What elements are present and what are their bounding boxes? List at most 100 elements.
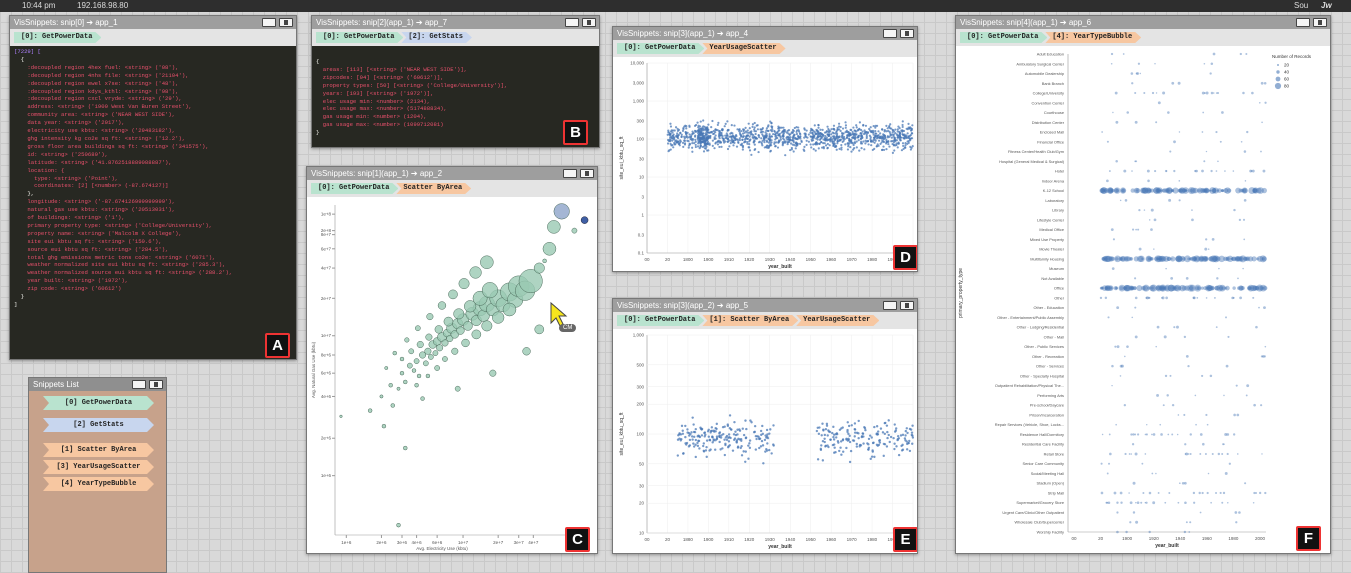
yeartype-bubble-chart[interactable]: Adult Education Ambulatory Surgical Cente… (956, 46, 1330, 553)
window-e[interactable]: VisSnippets: snip[3](app_2) ➔ app_5 [0]:… (612, 298, 918, 554)
data-point (1201, 374, 1204, 378)
window-b[interactable]: VisSnippets: snip[2](app_1) ➔ app_7 [0]:… (311, 15, 600, 148)
maximize-button[interactable] (565, 18, 579, 27)
data-point (1199, 511, 1202, 514)
data-point (709, 448, 712, 451)
data-point (838, 128, 841, 131)
data-point (859, 132, 862, 135)
y-tick-label: 50 (639, 461, 645, 466)
x-tick-label: 1910 (724, 537, 735, 542)
pin-button[interactable] (900, 29, 914, 38)
scatter-chart-area[interactable]: 10,000 3,000 1,000 300 100 30 10 3 1 0.3 0.1 00 20 18… (613, 57, 917, 271)
window-c[interactable]: VisSnippets: snip[1](app_1) ➔ app_2 [0]:… (306, 166, 598, 554)
snippet-item-getstats[interactable]: [2] GetStats (43, 418, 154, 432)
data-point (1130, 453, 1133, 455)
chip-scatter-byarea[interactable]: Scatter ByArea (396, 183, 471, 194)
data-point (696, 441, 699, 445)
data-point (1243, 238, 1246, 241)
chip-yeartypebubble[interactable]: [4]: YearTypeBubble (1045, 32, 1141, 43)
data-point (1196, 297, 1199, 299)
data-point (835, 148, 838, 151)
snippet-item-yearusagescatter[interactable]: [3] YearUsageScatter (43, 460, 154, 474)
data-point (772, 132, 775, 136)
yearusage-scatter-chart[interactable]: 10,000 3,000 1,000 300 100 30 10 3 1 0.3 0.100 20 18… (613, 57, 917, 271)
maximize-button[interactable] (262, 18, 276, 27)
data-point (726, 120, 729, 123)
maximize-button[interactable] (883, 301, 897, 310)
window-d-titlebar[interactable]: VisSnippets: snip[3](app_1) ➔ app_4 (613, 27, 917, 40)
data-point (752, 133, 755, 137)
pin-button[interactable] (582, 18, 596, 27)
data-point (744, 436, 748, 439)
data-point (685, 127, 688, 130)
data-point (820, 140, 823, 144)
snippets-list-panel[interactable]: Snippets List [0] GetPowerData [2] GetSt… (28, 377, 167, 573)
chip-getpowerdata[interactable]: [0]: GetPowerData (316, 32, 403, 43)
data-point (769, 129, 772, 132)
data-point (1252, 296, 1255, 299)
maximize-button[interactable] (132, 380, 146, 389)
window-c-titlebar[interactable]: VisSnippets: snip[1](app_1) ➔ app_2 (307, 167, 597, 180)
window-a[interactable]: VisSnippets: snip[0] ➔ app_1 [0]: GetPow… (9, 15, 297, 360)
data-point (1238, 188, 1243, 193)
maximize-button[interactable] (563, 169, 577, 178)
data-point (769, 428, 772, 431)
data-point (1131, 316, 1134, 319)
pin-button[interactable] (580, 169, 594, 178)
window-f-titlebar[interactable]: VisSnippets: snip[4](app_1) ➔ app_6 (956, 16, 1330, 29)
pin-button[interactable] (900, 301, 914, 310)
data-point (1100, 286, 1104, 290)
pin-button[interactable] (149, 380, 163, 389)
data-point (699, 144, 702, 147)
scatter-byarea-chart[interactable]: 1e+6 2e+6 3e+6 4e+6 6e+6 1e+7 2e+7 3e+7 4e+71e+8… (307, 197, 597, 553)
scatter-chart-area[interactable]: 1,000 500 300 200 100 50 30 20 10 00 20 1880 1900 191… (613, 329, 917, 553)
x-tick-label: 1900 (1122, 536, 1133, 541)
data-point (861, 432, 864, 435)
snippet-item-yeartypebubble[interactable]: [4] YearTypeBubble (43, 477, 154, 491)
chip-scatter-byarea[interactable]: [1]: Scatter ByArea (702, 315, 798, 326)
chip-getpowerdata[interactable]: [0]: GetPowerData (617, 315, 704, 326)
window-e-titlebar[interactable]: VisSnippets: snip[3](app_2) ➔ app_5 (613, 299, 917, 312)
window-f[interactable]: VisSnippets: snip[4](app_1) ➔ app_6 [0]:… (955, 15, 1331, 554)
maximize-button[interactable] (883, 29, 897, 38)
window-d[interactable]: VisSnippets: snip[3](app_1) ➔ app_4 [0]:… (612, 26, 918, 272)
pin-button[interactable] (1313, 18, 1327, 27)
maximize-button[interactable] (1296, 18, 1310, 27)
filtered-yearusage-scatter-chart[interactable]: 1,000 500 300 200 100 50 30 20 1000 20 1880 1900 191… (613, 329, 917, 553)
window-b-titlebar[interactable]: VisSnippets: snip[2](app_1) ➔ app_7 (312, 16, 599, 29)
data-point (1177, 414, 1180, 416)
data-point (821, 146, 824, 149)
data-point (885, 424, 889, 427)
snippet-item-getpowerdata[interactable]: [0] GetPowerData (43, 396, 154, 410)
code-line: } (316, 129, 320, 137)
snippet-item-scatter-byarea[interactable]: [1] Scatter ByArea (43, 443, 154, 457)
chip-getpowerdata[interactable]: [0]: GetPowerData (311, 183, 398, 194)
snippets-list-titlebar[interactable]: Snippets List (29, 378, 166, 391)
data-point (1171, 403, 1175, 407)
chip-getpowerdata[interactable]: [0]: GetPowerData (14, 32, 101, 43)
window-a-titlebar[interactable]: VisSnippets: snip[0] ➔ app_1 (10, 16, 296, 29)
data-point (768, 134, 771, 138)
bubble-chart-area[interactable]: 1e+6 2e+6 3e+6 4e+6 6e+6 1e+7 2e+7 3e+7 4e+7 1e+8… (307, 197, 597, 553)
chip-getpowerdata[interactable]: [0]: GetPowerData (960, 32, 1047, 43)
y-category-label: Other - Specialty Hospital (1020, 373, 1064, 378)
data-point (900, 449, 904, 452)
data-point (803, 145, 806, 148)
data-point (1244, 180, 1247, 182)
data-point (711, 144, 714, 147)
bubble-chart-area[interactable]: Adult Education Ambulatory Surgical Cente… (956, 46, 1330, 553)
chip-yearusagescatter[interactable]: YearUsageScatter (796, 315, 879, 326)
data-point (680, 133, 683, 136)
data-point (765, 428, 769, 432)
chip-yearusagescatter[interactable]: YearUsageScatter (702, 43, 785, 54)
data-point (683, 142, 687, 145)
data-point (896, 146, 899, 149)
data-point (1153, 218, 1157, 222)
chip-getstats[interactable]: [2]: GetStats (401, 32, 472, 43)
chip-getpowerdata[interactable]: [0]: GetPowerData (617, 43, 704, 54)
data-point (1206, 286, 1211, 290)
data-point (745, 427, 748, 431)
data-point (892, 144, 896, 147)
pin-button[interactable] (279, 18, 293, 27)
data-point (1167, 111, 1170, 114)
